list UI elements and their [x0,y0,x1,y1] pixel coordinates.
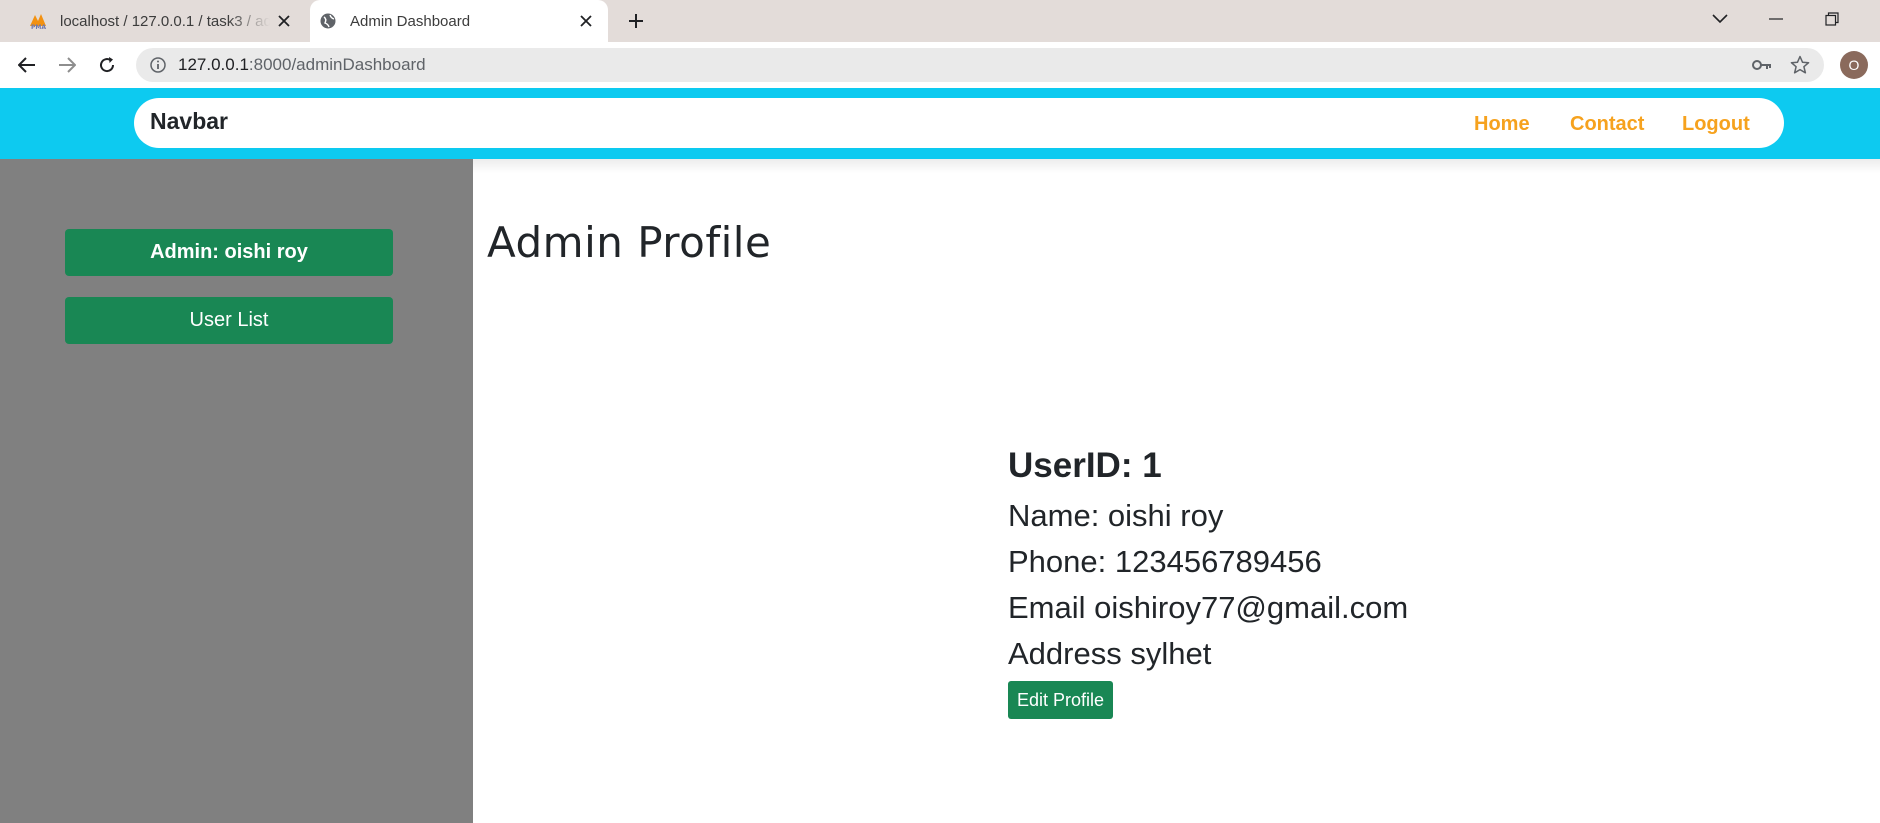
address-bar[interactable]: 127.0.0.1:8000/adminDashboard [136,48,1824,82]
admin-name-button[interactable]: Admin: oishi roy [65,229,393,276]
name-text: Name: oishi roy [1008,498,1224,533]
arrow-left-icon [18,57,35,73]
browser-toolbar: 127.0.0.1:8000/adminDashboard O [0,42,1880,88]
key-icon[interactable] [1746,48,1778,82]
sidebar: Admin: oishi roy User List [0,159,473,823]
arrow-right-icon [59,57,76,73]
edit-profile-button[interactable]: Edit Profile [1008,681,1113,719]
svg-text:PMA: PMA [31,24,46,30]
plus-icon [629,14,643,28]
profile-avatar[interactable]: O [1840,51,1868,79]
info-icon[interactable] [148,55,168,75]
tab-admin-dashboard[interactable]: Admin Dashboard [310,0,608,42]
email-text: Email oishiroy77@gmail.com [1008,590,1409,625]
nav-link-home[interactable]: Home [1474,113,1530,136]
back-button[interactable] [12,50,42,80]
reload-button[interactable] [92,50,122,80]
restore-icon [1825,12,1839,26]
user-list-button[interactable]: User List [65,297,393,344]
phpmyadmin-icon: PMA [28,11,48,31]
user-id-text: UserID: 1 [1008,446,1162,485]
phone-text: Phone: 123456789456 [1008,544,1322,579]
navbar-brand[interactable]: Navbar [150,108,228,135]
star-icon[interactable] [1784,48,1816,82]
reload-icon [100,57,115,73]
minimize-icon [1769,18,1783,20]
tab-search-button[interactable] [1696,0,1744,38]
header-shadow [473,159,1880,173]
restore-button[interactable] [1808,0,1856,38]
forward-button[interactable] [52,50,82,80]
close-icon[interactable] [572,7,600,35]
tab-title: Admin Dashboard [350,12,471,30]
close-icon[interactable] [270,7,298,35]
navbar: Navbar Home Contact Logout [134,98,1784,148]
tab-phpmyadmin[interactable]: PMA localhost / 127.0.0.1 / task3 / admi… [20,0,306,42]
address-text: Address sylhet [1008,636,1212,671]
nav-link-contact[interactable]: Contact [1570,113,1644,136]
url-host: 127.0.0.1 [178,55,249,74]
minimize-button[interactable] [1752,0,1800,38]
url-path: :8000/adminDashboard [248,55,426,74]
globe-icon [318,11,338,31]
page-header: Navbar Home Contact Logout [0,88,1880,159]
browser-tab-strip: PMA localhost / 127.0.0.1 / task3 / admi… [0,0,1880,42]
url-text: 127.0.0.1:8000/adminDashboard [178,55,426,75]
chevron-down-icon [1712,14,1728,24]
tab-title: localhost / 127.0.0.1 / task3 / admin [60,12,270,30]
nav-link-logout[interactable]: Logout [1682,113,1750,136]
new-tab-button[interactable] [620,7,652,35]
page-title: Admin Profile [487,218,772,267]
